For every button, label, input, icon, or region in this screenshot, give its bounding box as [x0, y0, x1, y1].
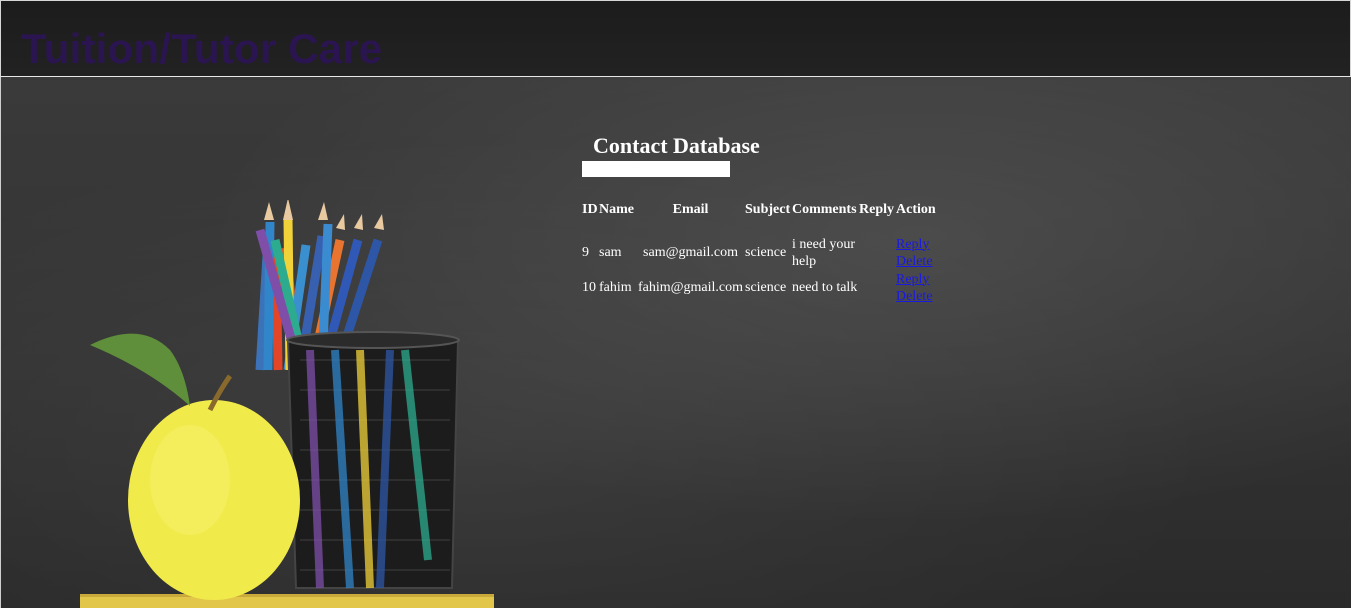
column-header-subject: Subject — [745, 202, 791, 217]
cell-name: fahim — [599, 280, 632, 295]
cell-actions: Reply Delete — [896, 270, 941, 305]
reply-link[interactable]: Reply — [896, 271, 941, 288]
column-header-comments: Comments — [792, 202, 857, 217]
column-header-name: Name — [599, 202, 634, 217]
cell-comments: i need your help — [792, 236, 855, 269]
cell-subject: science — [745, 245, 787, 260]
cell-id: 9 — [582, 245, 589, 260]
site-brand: Tuition/Tutor Care — [21, 25, 383, 72]
cell-email: sam@gmail.com — [643, 245, 738, 260]
cell-id: 10 — [582, 280, 596, 295]
cell-comments: need to talk — [792, 280, 858, 295]
cell-reply — [859, 235, 896, 270]
column-header-action: Action — [896, 202, 936, 217]
contact-database-panel: Contact Database ID Name Email Subject C… — [582, 132, 1002, 305]
cell-name: sam — [599, 245, 622, 260]
cell-email: fahim@gmail.com — [637, 280, 744, 295]
delete-link[interactable]: Delete — [896, 288, 941, 305]
column-header-reply: Reply — [859, 202, 894, 217]
table-row: 9 sam sam@gmail.com science i need your … — [582, 235, 941, 270]
delete-link[interactable]: Delete — [896, 253, 941, 270]
title-underline-bar — [582, 161, 730, 177]
table-row: 10 fahim fahim@gmail.com science need to… — [582, 270, 941, 305]
column-header-email: Email — [672, 202, 709, 217]
table-header-row: ID Name Email Subject Comments Reply Act… — [582, 201, 941, 235]
cell-reply — [859, 270, 896, 305]
contacts-table: ID Name Email Subject Comments Reply Act… — [582, 201, 941, 305]
column-header-id: ID — [582, 202, 598, 217]
reply-link[interactable]: Reply — [896, 236, 941, 253]
page-title: Contact Database — [593, 133, 760, 158]
apple-pencils-illustration — [80, 200, 494, 608]
site-header: Tuition/Tutor Care — [0, 0, 1351, 77]
cell-subject: science — [745, 280, 787, 295]
cell-actions: Reply Delete — [896, 235, 941, 270]
